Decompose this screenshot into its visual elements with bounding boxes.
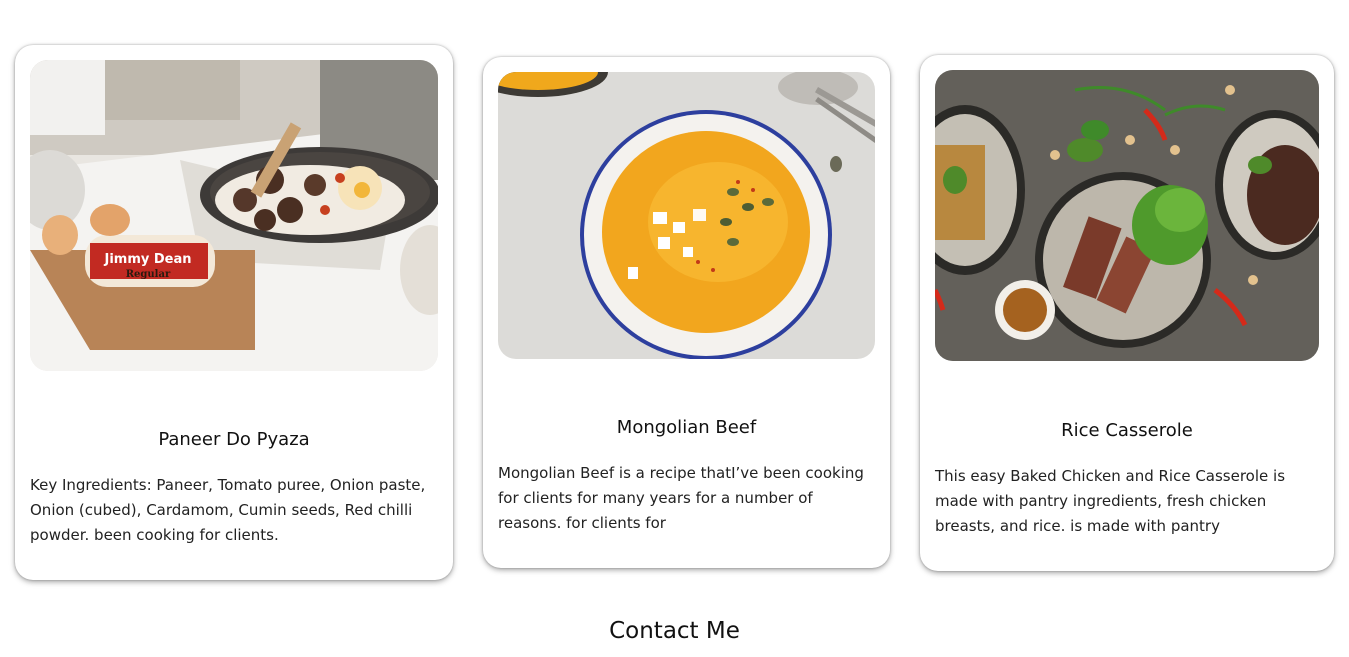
svg-text:Regular: Regular: [126, 269, 171, 280]
recipe-title: Rice Casserole: [1061, 420, 1193, 441]
contact-heading: Contact Me: [609, 618, 740, 644]
recipe-card-mongolian-beef[interactable]: Mongolian Beef Mongolian Beef is a recip…: [483, 57, 890, 568]
soup-bowl-photo: [498, 72, 875, 359]
recipe-description: Key Ingredients: Paneer, Tomato puree, O…: [30, 476, 426, 544]
recipe-card-paneer-do-pyaza[interactable]: Jimmy Dean Regular Paneer Do Pyaza Key I…: [15, 45, 453, 580]
svg-text:Jimmy Dean: Jimmy Dean: [103, 252, 191, 267]
recipe-title: Mongolian Beef: [616, 417, 757, 438]
recipe-title: Paneer Do Pyaza: [158, 429, 310, 450]
kitchen-skillet-photo: Jimmy Dean Regular: [30, 60, 438, 371]
recipe-image-rice-casserole[interactable]: [935, 70, 1319, 361]
dishes-table-photo: [935, 70, 1319, 361]
recipe-image-mongolian-beef[interactable]: [498, 72, 875, 359]
recipe-description: Mongolian Beef is a recipe thatI’ve been…: [498, 464, 864, 532]
recipe-card-rice-casserole[interactable]: Rice Casserole This easy Baked Chicken a…: [920, 55, 1334, 571]
recipe-description: This easy Baked Chicken and Rice Cassero…: [935, 467, 1286, 535]
recipe-image-paneer[interactable]: Jimmy Dean Regular: [30, 60, 438, 371]
